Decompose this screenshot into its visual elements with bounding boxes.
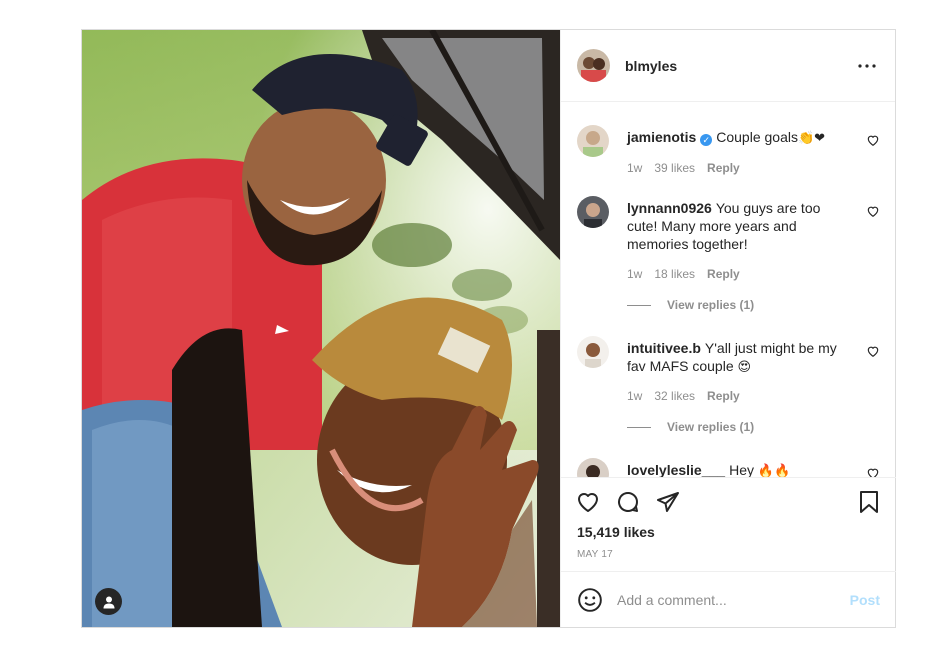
more-horizontal-icon bbox=[858, 63, 876, 68]
heart-icon bbox=[578, 493, 598, 512]
comment-bubble-icon bbox=[618, 492, 639, 512]
replies-divider bbox=[627, 426, 651, 428]
share-button[interactable] bbox=[655, 489, 681, 515]
commenter-avatar[interactable] bbox=[577, 458, 609, 477]
comment-likes[interactable]: 39 likes bbox=[654, 161, 695, 175]
comment-text: lovelyleslie___ Hey 🔥🔥 bbox=[627, 461, 841, 477]
like-comment-heart-icon[interactable] bbox=[866, 466, 880, 477]
comment-likes[interactable]: 18 likes bbox=[654, 267, 695, 281]
commenter-avatar[interactable] bbox=[577, 125, 609, 157]
save-button[interactable] bbox=[856, 489, 882, 515]
reply-button[interactable]: Reply bbox=[707, 267, 740, 281]
post-actions: 15,419 likes MAY 17 bbox=[561, 477, 896, 560]
author-username[interactable]: blmyles bbox=[625, 58, 855, 74]
like-comment-heart-icon[interactable] bbox=[866, 204, 880, 218]
comment-text: jamienotis ✓ Couple goals👏❤ bbox=[627, 128, 841, 148]
view-replies-label: View replies (1) bbox=[667, 298, 755, 312]
instagram-post: blmyles jamienotis ✓ Couple goals👏❤ 1w 3… bbox=[81, 29, 896, 628]
comment-text: intuitivee.b Y'all just might be my fav M… bbox=[627, 339, 841, 377]
commenter-avatar[interactable] bbox=[577, 196, 609, 228]
like-comment-heart-icon[interactable] bbox=[866, 133, 880, 147]
reply-button[interactable]: Reply bbox=[707, 389, 740, 403]
replies-divider bbox=[627, 304, 651, 306]
comment-body: Couple goals bbox=[716, 129, 798, 145]
comment-emoji: 😍 bbox=[737, 360, 752, 375]
more-options-button[interactable] bbox=[855, 54, 879, 78]
comment-username[interactable]: intuitivee.b bbox=[627, 340, 701, 356]
reply-button[interactable]: Reply bbox=[707, 161, 740, 175]
comment-likes[interactable]: 32 likes bbox=[654, 389, 695, 403]
comment-username[interactable]: lynnann0926 bbox=[627, 200, 712, 216]
comment-age[interactable]: 1w bbox=[627, 161, 642, 175]
comment-age[interactable]: 1w bbox=[627, 389, 642, 403]
action-icon-row bbox=[561, 478, 896, 518]
comment-meta: 1w 18 likes Reply bbox=[627, 267, 740, 281]
like-count[interactable]: 15,419 likes bbox=[561, 518, 896, 540]
comment-age[interactable]: 1w bbox=[627, 267, 642, 281]
comment-username[interactable]: lovelyleslie___ bbox=[627, 462, 725, 477]
comments-list[interactable]: jamienotis ✓ Couple goals👏❤ 1w 39 likes Re… bbox=[561, 103, 896, 477]
post-photo[interactable] bbox=[82, 30, 560, 627]
author-avatar[interactable] bbox=[577, 49, 610, 82]
view-replies-label: View replies (1) bbox=[667, 420, 755, 434]
post-comment-button[interactable]: Post bbox=[850, 592, 880, 608]
comment-body: Hey bbox=[729, 462, 754, 477]
comment-meta: 1w 39 likes Reply bbox=[627, 161, 740, 175]
post-header: blmyles bbox=[561, 30, 895, 102]
comment-emoji: 👏❤ bbox=[797, 131, 826, 146]
commenter-avatar[interactable] bbox=[577, 336, 609, 368]
comment-composer: Post bbox=[561, 571, 896, 627]
view-replies-button[interactable]: View replies (1) bbox=[627, 420, 754, 434]
verified-badge-icon: ✓ bbox=[700, 134, 713, 146]
bookmark-icon bbox=[860, 491, 878, 513]
paper-plane-icon bbox=[657, 492, 679, 512]
post-side-panel: blmyles jamienotis ✓ Couple goals👏❤ 1w 3… bbox=[560, 30, 896, 627]
person-icon bbox=[103, 596, 114, 608]
view-replies-button[interactable]: View replies (1) bbox=[627, 298, 754, 312]
comment-button[interactable] bbox=[615, 489, 641, 515]
comment-text: lynnann0926 You guys are too cute! Many m… bbox=[627, 199, 841, 253]
tagged-users-button[interactable] bbox=[95, 588, 122, 615]
post-date[interactable]: MAY 17 bbox=[561, 540, 896, 560]
couple-selfie-image bbox=[82, 30, 560, 627]
smiley-icon[interactable] bbox=[577, 587, 603, 613]
comment-meta: 1w 32 likes Reply bbox=[627, 389, 740, 403]
comment-input[interactable] bbox=[617, 591, 850, 608]
like-comment-heart-icon[interactable] bbox=[866, 344, 880, 358]
comment-emoji: 🔥🔥 bbox=[757, 464, 791, 477]
comment-username[interactable]: jamienotis bbox=[627, 129, 696, 145]
like-button[interactable] bbox=[575, 489, 601, 515]
